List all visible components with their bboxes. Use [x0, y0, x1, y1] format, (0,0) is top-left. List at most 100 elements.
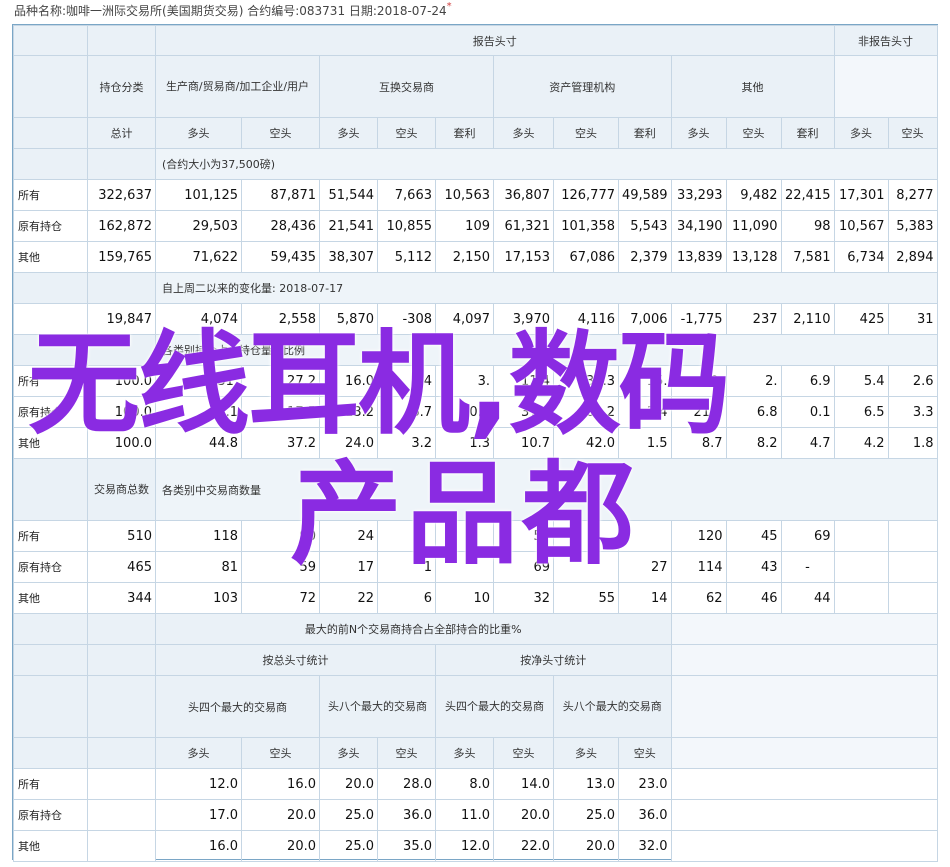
corner-cell: [13, 25, 88, 56]
short-header: 空头: [553, 117, 619, 149]
data-cell: 23.0: [618, 768, 672, 800]
data-cell: 5,383: [887, 210, 938, 242]
data-cell: 25.0: [319, 830, 378, 862]
data-cell: 12.0: [435, 830, 494, 862]
corner-cell: [87, 737, 156, 769]
data-cell: -: [780, 551, 835, 583]
top4-header: 头四个最大的交易商: [435, 675, 554, 738]
data-cell: 13.2: [319, 396, 378, 428]
top4-header: 头四个最大的交易商: [155, 675, 320, 738]
short-header: 空头: [493, 737, 554, 769]
data-cell: 114: [670, 551, 727, 583]
percent-note: 各类别持仓占总持仓量的比例: [155, 334, 938, 366]
data-cell: 5,543: [618, 210, 672, 242]
top8-header: 头八个最大的交易商: [319, 675, 436, 738]
data-cell: 20.0: [241, 799, 320, 831]
row-label-all: 所有: [13, 768, 88, 800]
empty-cell: [833, 520, 889, 552]
data-cell: 5,112: [377, 241, 436, 273]
data-cell: 2,558: [241, 303, 320, 335]
data-cell: 6: [377, 582, 436, 614]
data-cell: 2,150: [435, 241, 494, 273]
table-row: 原有持仓 17.0 20.0 25.0 36.0 11.0 20.0 25.0 …: [13, 799, 938, 831]
empty-cell: [887, 551, 938, 583]
row-label-other: 其他: [13, 830, 88, 862]
traders-total-header: 交易商总数: [87, 458, 156, 521]
corner-cell: [13, 613, 88, 645]
corner-cell: [13, 55, 88, 118]
data-cell: 55: [553, 582, 619, 614]
row-label-old: 原有持仓: [13, 551, 88, 583]
data-cell: 81: [155, 551, 242, 583]
data-cell: 87,871: [241, 179, 320, 211]
data-cell: 25.0: [319, 799, 378, 831]
empty-cell: [887, 582, 938, 614]
corner-cell: [87, 25, 156, 56]
report-caption: 品种名称:咖啡一洲际交易所(美国期货交易) 合约编号:083731 日期:201…: [14, 1, 452, 20]
data-cell: 69: [493, 551, 554, 583]
row-label-other: 其他: [13, 427, 88, 459]
data-cell: 15.: [618, 365, 672, 397]
data-cell: 98: [780, 210, 835, 242]
contract-size-note: (合约大小为37,500磅): [155, 148, 938, 180]
data-cell: 37.6: [493, 396, 554, 428]
corner-cell: [87, 644, 156, 676]
long-header: 多头: [670, 117, 727, 149]
data-cell: 49,589: [618, 179, 672, 211]
data-cell: 2,894: [887, 241, 938, 273]
corner-cell: [87, 613, 156, 645]
data-cell: 159,765: [87, 241, 156, 273]
by-net-header: 按净头寸统计: [435, 644, 672, 676]
data-cell: 31: [887, 303, 938, 335]
data-cell: 44: [780, 582, 835, 614]
concentration-blank: [670, 737, 938, 769]
data-cell: [377, 520, 436, 552]
table-row: 其他 100.0 44.8 37.2 24.0 3.2 1.3 10.7 42.…: [13, 427, 938, 459]
data-cell: 59: [241, 551, 320, 583]
data-cell: 101,125: [155, 179, 242, 211]
data-cell: 62: [670, 582, 727, 614]
reportable-header: 报告头寸: [155, 25, 835, 56]
data-cell: 11.0: [435, 799, 494, 831]
data-cell: 237: [725, 303, 782, 335]
short-header: 空头: [377, 737, 436, 769]
caption-text: 品种名称:咖啡一洲际交易所(美国期货交易) 合约编号:083731 日期:201…: [14, 4, 447, 18]
data-cell: 8.0: [435, 768, 494, 800]
data-cell: 24: [319, 520, 378, 552]
row-label-all: 所有: [13, 520, 88, 552]
data-cell: 100.0: [87, 427, 156, 459]
data-cell: 16.0: [319, 365, 378, 397]
table-row: 其他 159,765 71,622 59,435 38,307 5,112 2,…: [13, 241, 938, 273]
data-cell: 2,379: [618, 241, 672, 273]
data-cell: 32.0: [618, 830, 672, 862]
swap-header: 互换交易商: [319, 55, 494, 118]
table-row: 原有持仓 100.0 18.1 17.5 13.2 6.7 0.1 37.6 6…: [13, 396, 938, 428]
row-label-all: 所有: [13, 365, 88, 397]
empty-cell: [670, 830, 938, 862]
data-cell: 35.0: [377, 830, 436, 862]
data-cell: 10,563: [435, 179, 494, 211]
long-header: 多头: [435, 737, 494, 769]
data-cell: 1.5: [618, 427, 672, 459]
hold-class-header: 持仓分类: [87, 55, 156, 118]
data-cell: 36,807: [493, 179, 554, 211]
data-cell: 8.2: [725, 427, 782, 459]
by-gross-header: 按总头寸统计: [155, 644, 436, 676]
data-cell: 46: [725, 582, 782, 614]
data-cell: 5.4: [833, 365, 889, 397]
data-cell: 45: [725, 520, 782, 552]
data-cell: 11,090: [725, 210, 782, 242]
short-header: 空头: [241, 737, 320, 769]
data-cell: 27.2: [241, 365, 320, 397]
data-cell: 17: [319, 551, 378, 583]
long-header: 多头: [493, 117, 554, 149]
data-cell: 22: [319, 582, 378, 614]
row-label-old: 原有持仓: [13, 396, 88, 428]
blank-label: [87, 334, 156, 366]
data-cell: 7,006: [618, 303, 672, 335]
data-cell: 38,307: [319, 241, 378, 273]
data-cell: -308: [377, 303, 436, 335]
data-cell: 1.8: [887, 427, 938, 459]
nonrep-blank: [833, 55, 938, 118]
data-cell: 6.8: [725, 396, 782, 428]
